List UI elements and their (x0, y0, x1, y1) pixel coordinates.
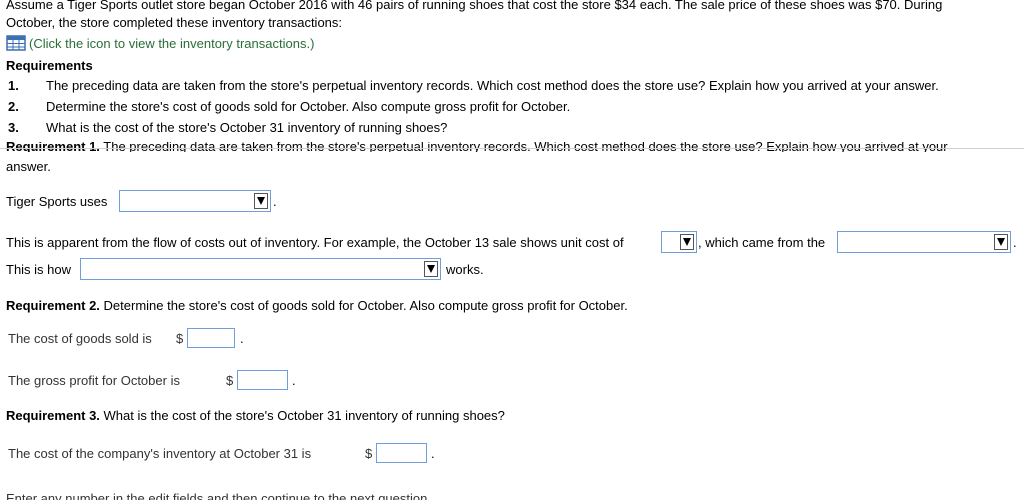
requirements-heading: Requirements (6, 58, 93, 73)
requirement-2-label: Requirement 2. (6, 298, 100, 313)
footer-instruction: Enter any number in the edit fields and … (6, 492, 431, 500)
period-text: . (273, 194, 277, 209)
source-select[interactable] (837, 231, 1011, 253)
intro-line-2: October, the store completed these inven… (6, 15, 343, 30)
period-text: . (292, 373, 296, 388)
chevron-down-icon[interactable] (254, 193, 268, 209)
tiger-sports-uses-label: Tiger Sports uses (6, 194, 108, 209)
currency-symbol: $ (226, 373, 234, 388)
period-text: . (431, 446, 435, 461)
requirement-text: What is the cost of the store's October … (46, 120, 448, 135)
requirement-text: Determine the store's cost of goods sold… (46, 99, 571, 114)
requirement-item-2: 2. Determine the store's cost of goods so… (8, 99, 570, 114)
chevron-down-icon[interactable] (424, 261, 438, 277)
requirement-2-text: Determine the store's cost of goods sold… (99, 298, 628, 313)
this-is-how-text: This is how (6, 262, 72, 277)
requirement-1-label: Requirement 1. (6, 142, 100, 152)
cost-method-select[interactable] (119, 190, 271, 212)
chevron-down-icon[interactable] (994, 234, 1008, 250)
apparent-flow-text: This is apparent from the flow of costs … (6, 235, 624, 250)
gross-profit-label: The gross profit for October is (8, 373, 180, 388)
requirement-text: The preceding data are taken from the st… (46, 78, 939, 93)
chevron-down-icon[interactable] (680, 234, 694, 250)
currency-symbol: $ (365, 446, 373, 461)
which-came-from-text: , which came from the (698, 235, 826, 250)
currency-symbol: $ (176, 331, 184, 346)
cogs-input[interactable] (187, 328, 235, 348)
gross-profit-input[interactable] (237, 370, 288, 390)
period-text: . (240, 331, 244, 346)
requirement-number: 3. (8, 120, 19, 135)
requirement-1-text: The preceding data are taken from the st… (99, 142, 948, 152)
requirement-3-label: Requirement 3. (6, 408, 100, 423)
requirement-1-heading: Requirement 1. The preceding data are ta… (6, 142, 948, 152)
cogs-label: The cost of goods sold is (8, 331, 152, 346)
period-text: . (1013, 235, 1017, 250)
section-divider (0, 148, 1024, 149)
requirement-1-answer-word: answer. (6, 159, 51, 174)
table-icon[interactable] (6, 35, 26, 51)
intro-line-1: Assume a Tiger Sports outlet store began… (6, 0, 943, 12)
requirement-item-1: 1. The preceding data are taken from the … (8, 78, 939, 93)
inventory-cost-label: The cost of the company's inventory at O… (8, 446, 312, 461)
works-text: works. (446, 262, 484, 277)
problem-intro: Assume a Tiger Sports outlet store began… (6, 0, 1016, 32)
method-works-select[interactable] (80, 258, 441, 280)
requirement-3-heading: Requirement 3. What is the cost of the s… (6, 408, 505, 423)
requirement-3-text: What is the cost of the store's October … (99, 408, 505, 423)
unit-cost-select[interactable] (661, 231, 697, 253)
view-transactions-text[interactable]: (Click the icon to view the inventory tr… (29, 36, 314, 51)
requirement-number: 1. (8, 78, 19, 93)
requirement-item-3: 3. What is the cost of the store's Octobe… (8, 120, 447, 135)
view-transactions-link[interactable]: (Click the icon to view the inventory tr… (6, 34, 314, 52)
requirement-number: 2. (8, 99, 19, 114)
inventory-cost-input[interactable] (376, 443, 427, 463)
requirement-2-heading: Requirement 2. Determine the store's cos… (6, 298, 628, 313)
